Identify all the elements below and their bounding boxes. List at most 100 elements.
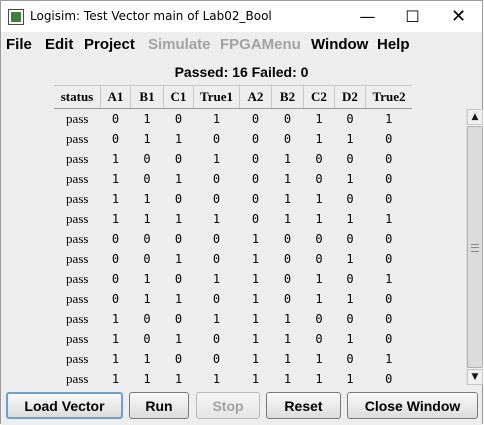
value-cell: 0 [251, 212, 260, 226]
value-cell: 0 [251, 132, 260, 146]
table-row[interactable]: pass 1 0 0 1 0 1 0 0 0 [54, 149, 412, 169]
value-cell: 0 [315, 252, 323, 266]
value-cell: 1 [315, 212, 323, 226]
status-cell: pass [66, 371, 89, 386]
value-cell: 0 [212, 192, 221, 206]
value-cell: 1 [251, 232, 260, 246]
status-cell: pass [66, 351, 89, 366]
header-row: status A1 B1 C1 True1 A2 B2 C2 D2 True2 [54, 85, 412, 109]
scroll-thumb[interactable] [467, 126, 483, 368]
scroll-down-icon[interactable]: ▼ [467, 369, 483, 385]
value-cell: 0 [111, 272, 120, 286]
table-row[interactable]: pass 1 0 1 0 1 1 0 1 0 [54, 329, 412, 349]
value-cell: 0 [251, 112, 260, 126]
column-header[interactable]: D2 [334, 85, 366, 109]
value-cell: 1 [212, 312, 221, 326]
value-cell: 1 [251, 372, 260, 386]
status-cell: pass [66, 271, 89, 286]
value-cell: 1 [111, 312, 120, 326]
value-cell: 0 [111, 112, 120, 126]
minimize-button[interactable]: — [345, 1, 390, 32]
value-cell: 1 [251, 312, 260, 326]
table-row[interactable]: pass 1 1 0 0 1 1 1 0 1 [54, 349, 412, 369]
column-header[interactable]: B2 [271, 85, 304, 109]
value-cell: 1 [174, 252, 183, 266]
value-cell: 1 [212, 272, 221, 286]
table-row[interactable]: pass 1 1 0 0 0 1 1 0 0 [54, 189, 412, 209]
column-header[interactable]: C2 [303, 85, 335, 109]
column-header[interactable]: True2 [365, 85, 412, 109]
value-cell: 1 [212, 212, 221, 226]
menu-project[interactable]: Project [84, 36, 135, 53]
status-cell: pass [66, 251, 89, 266]
value-cell: 1 [346, 252, 354, 266]
close-button[interactable]: ✕ [436, 1, 481, 32]
table-row[interactable]: pass 1 1 1 1 0 1 1 1 1 [54, 209, 412, 229]
table-row[interactable]: pass 0 1 1 0 0 0 1 1 0 [54, 129, 412, 149]
value-cell: 1 [346, 212, 354, 226]
value-cell: 1 [315, 292, 323, 306]
value-cell: 1 [283, 152, 292, 166]
value-cell: 1 [143, 112, 151, 126]
column-header[interactable]: status [54, 85, 101, 109]
menu-edit[interactable]: Edit [45, 36, 73, 53]
column-header[interactable]: C1 [163, 85, 194, 109]
reset-button[interactable]: Reset [266, 392, 341, 419]
column-header[interactable]: A2 [239, 85, 272, 109]
window-title: Logisim: Test Vector main of Lab02_Bool [30, 9, 272, 23]
value-cell: 1 [385, 112, 393, 126]
value-cell: 1 [111, 372, 120, 386]
value-cell: 1 [385, 212, 393, 226]
table-row[interactable]: pass 0 0 0 0 1 0 0 0 0 [54, 229, 412, 249]
value-cell: 0 [315, 152, 323, 166]
value-cell: 0 [111, 232, 120, 246]
table-row[interactable]: pass 0 0 1 0 1 0 0 1 0 [54, 249, 412, 269]
value-cell: 0 [174, 272, 183, 286]
vertical-scrollbar[interactable]: ▲ ▼ [466, 109, 483, 385]
value-cell: 1 [111, 212, 120, 226]
maximize-button[interactable]: ☐ [390, 1, 435, 32]
value-cell: 0 [315, 172, 323, 186]
value-cell: 1 [251, 272, 260, 286]
value-cell: 1 [111, 172, 120, 186]
grip-icon [471, 244, 479, 252]
value-cell: 1 [251, 332, 260, 346]
value-cell: 1 [315, 272, 323, 286]
value-cell: 1 [251, 292, 260, 306]
value-cell: 1 [283, 212, 292, 226]
menu-window[interactable]: Window [311, 36, 368, 53]
value-cell: 1 [346, 292, 354, 306]
value-cell: 1 [174, 372, 183, 386]
status-cell: pass [66, 311, 89, 326]
value-cell: 0 [385, 192, 393, 206]
table-row[interactable]: pass 1 1 1 1 1 1 1 1 0 [54, 369, 412, 387]
table-row[interactable]: pass 0 1 1 0 1 0 1 1 0 [54, 289, 412, 309]
scroll-up-icon[interactable]: ▲ [467, 109, 483, 125]
column-header[interactable]: B1 [130, 85, 164, 109]
value-cell: 1 [212, 372, 221, 386]
value-cell: 0 [315, 332, 323, 346]
value-cell: 1 [174, 292, 183, 306]
value-cell: 1 [251, 352, 260, 366]
value-cell: 0 [111, 252, 120, 266]
menu-file[interactable]: File [6, 36, 32, 53]
value-cell: 1 [174, 212, 183, 226]
table-row[interactable]: pass 1 0 1 0 0 1 0 1 0 [54, 169, 412, 189]
value-cell: 1 [385, 352, 393, 366]
run-button[interactable]: Run [129, 392, 189, 419]
value-cell: 0 [212, 332, 221, 346]
button-bar: Load Vector Run Stop Reset Close Window [1, 387, 482, 425]
title-bar[interactable]: Logisim: Test Vector main of Lab02_Bool … [1, 1, 482, 32]
value-cell: 1 [143, 272, 151, 286]
menu-help[interactable]: Help [377, 36, 410, 53]
table-row[interactable]: pass 0 1 0 1 0 0 1 0 1 [54, 109, 412, 130]
load-vector-button[interactable]: Load Vector [6, 392, 123, 419]
value-cell: 0 [174, 232, 183, 246]
column-header[interactable]: True1 [193, 85, 240, 109]
value-cell: 1 [251, 252, 260, 266]
table-row[interactable]: pass 0 1 0 1 1 0 1 0 1 [54, 269, 412, 289]
close-window-button[interactable]: Close Window [347, 392, 478, 419]
table-row[interactable]: pass 1 0 0 1 1 1 0 0 0 [54, 309, 412, 329]
column-header[interactable]: A1 [100, 85, 131, 109]
value-cell: 1 [143, 192, 151, 206]
